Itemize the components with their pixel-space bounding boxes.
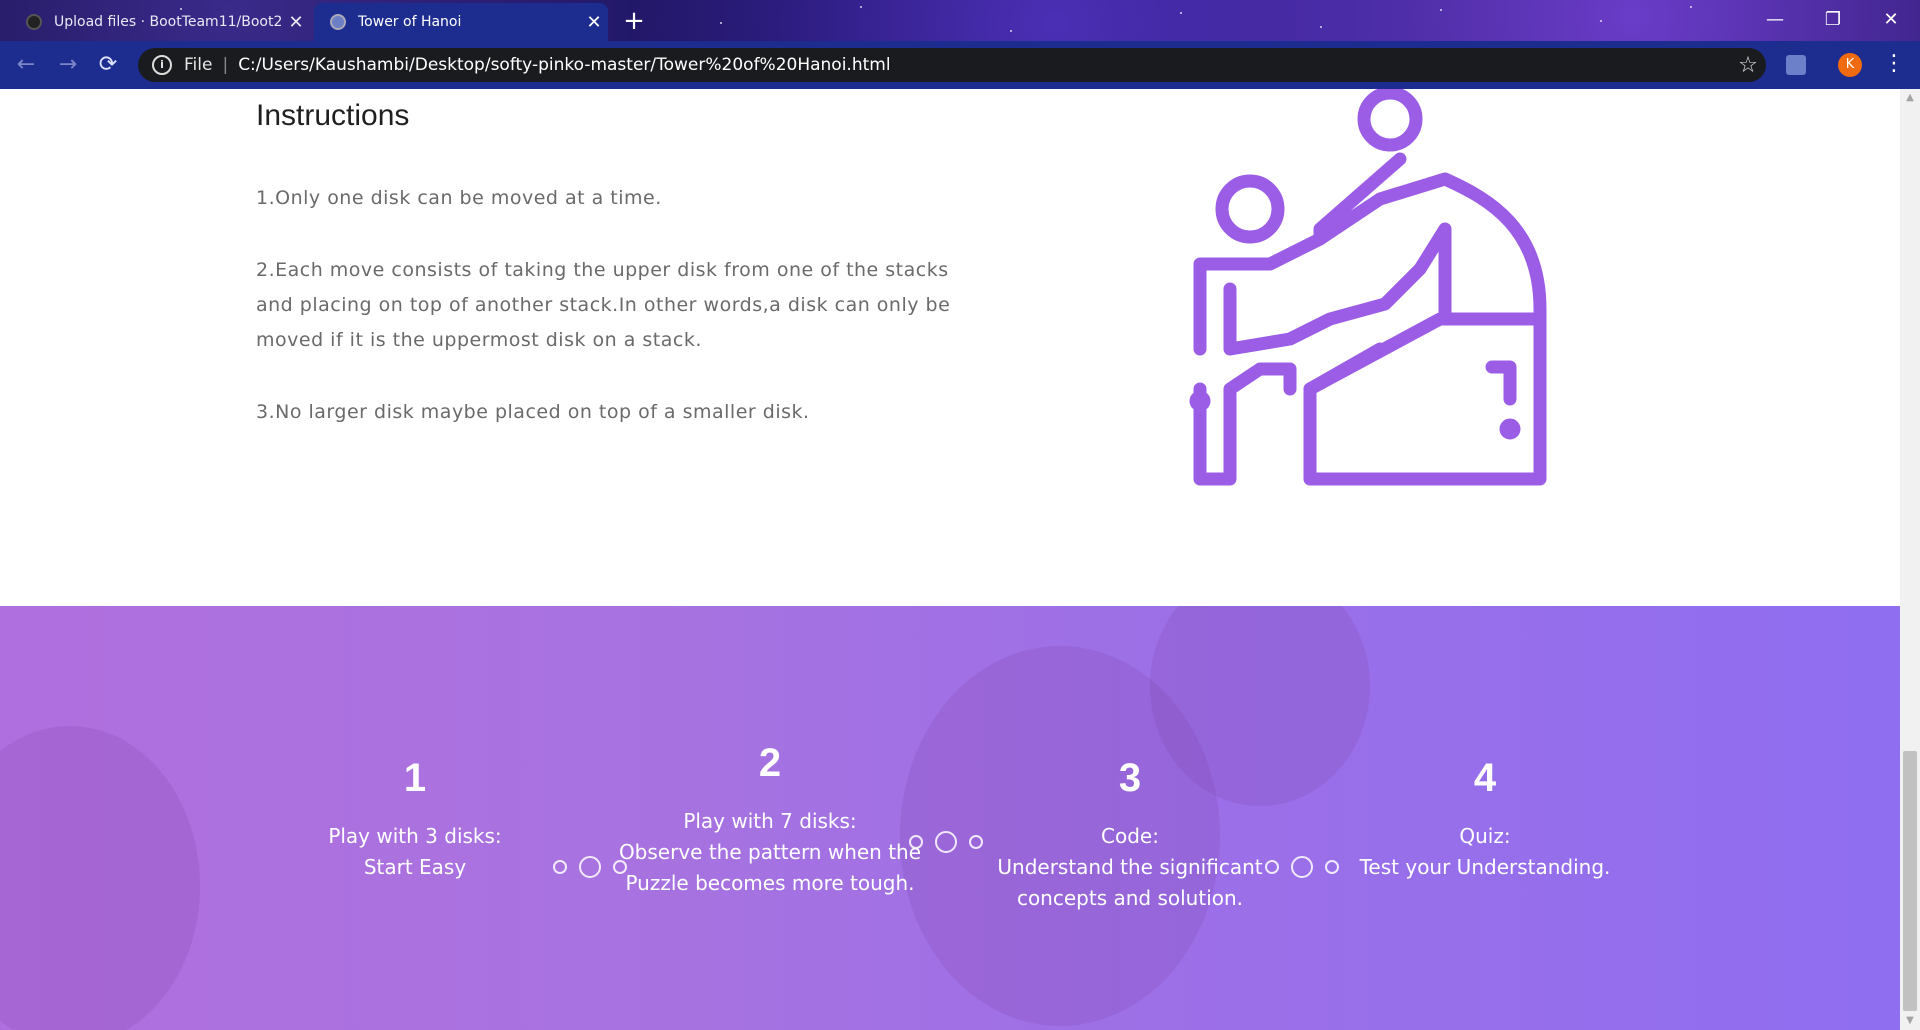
step-description: Understand the significant xyxy=(997,855,1263,879)
steps-section: 1 Play with 3 disks: Start Easy 2 Play w… xyxy=(0,606,1900,1030)
step-title: Code: xyxy=(1101,824,1159,848)
tab-tower-of-hanoi[interactable]: Tower of Hanoi ✕ xyxy=(314,3,608,41)
step-title: Play with 3 disks: xyxy=(328,824,502,848)
scheme-label: File xyxy=(184,55,213,75)
tab-title: Tower of Hanoi xyxy=(358,14,462,30)
reload-icon[interactable]: ⟳ xyxy=(92,49,124,81)
scroll-down-arrow-icon[interactable]: ▼ xyxy=(1900,1012,1920,1030)
avatar[interactable]: K xyxy=(1838,53,1862,77)
step-4[interactable]: 4 Quiz: Test your Understanding. xyxy=(1330,756,1640,883)
rule-2: 2.Each move consists of taking the upper… xyxy=(256,259,951,351)
step-title: Play with 7 disks: xyxy=(683,809,857,833)
address-bar[interactable]: i File | C:/Users/Kaushambi/Desktop/soft… xyxy=(138,48,1766,82)
plus-icon[interactable]: + xyxy=(620,8,648,36)
step-description: Test your Understanding. xyxy=(1359,855,1611,879)
kebab-menu-icon[interactable]: ⋮ xyxy=(1882,49,1906,81)
tab-title: Upload files · BootTeam11/Boot2 xyxy=(54,14,282,30)
close-icon[interactable]: ✕ xyxy=(580,12,608,33)
step-description: concepts and solution. xyxy=(1016,886,1244,910)
browser-toolbar: ← → ⟳ i File | C:/Users/Kaushambi/Deskto… xyxy=(0,41,1920,89)
instructions-title: Instructions xyxy=(256,99,410,132)
climbing-help-icon xyxy=(1189,89,1547,486)
rule-1: 1.Only one disk can be moved at a time. xyxy=(256,187,662,209)
scroll-up-arrow-icon[interactable]: ▲ xyxy=(1900,89,1920,107)
url-text[interactable]: C:/Users/Kaushambi/Desktop/softy-pinko-m… xyxy=(238,55,1730,75)
info-icon[interactable]: i xyxy=(152,55,172,75)
step-2[interactable]: 2 Play with 7 disks: Observe the pattern… xyxy=(610,741,930,899)
close-icon[interactable]: ✕ xyxy=(282,12,310,33)
step-number: 2 xyxy=(758,741,782,785)
rule-3: 3.No larger disk maybe placed on top of … xyxy=(256,401,810,423)
step-number: 3 xyxy=(1118,756,1142,800)
step-3[interactable]: 3 Code: Understand the significant conce… xyxy=(970,756,1290,914)
extension-icon[interactable] xyxy=(1786,55,1806,75)
step-description: Puzzle becomes more tough. xyxy=(625,871,915,895)
page-viewport: Instructions 1.Only one disk can be move… xyxy=(0,89,1900,1030)
tab-upload-files[interactable]: Upload files · BootTeam11/Boot2 ✕ xyxy=(10,3,310,41)
globe-icon xyxy=(330,14,346,30)
arrow-right-icon[interactable]: → xyxy=(52,49,84,81)
github-icon xyxy=(26,14,42,30)
step-title: Quiz: xyxy=(1459,824,1511,848)
page-scrollbar[interactable]: ▲ ▼ xyxy=(1900,89,1920,1030)
step-description: Observe the pattern when the xyxy=(618,840,922,864)
arrow-left-icon[interactable]: ← xyxy=(10,49,42,81)
step-number: 4 xyxy=(1473,756,1497,800)
step-number: 1 xyxy=(403,756,427,800)
scrollbar-thumb[interactable] xyxy=(1903,751,1917,1011)
minimize-icon[interactable]: — xyxy=(1746,0,1804,40)
restore-icon[interactable]: ❐ xyxy=(1804,0,1862,40)
step-1[interactable]: 1 Play with 3 disks: Start Easy xyxy=(260,756,570,883)
tab-strip: Upload files · BootTeam11/Boot2 ✕ Tower … xyxy=(0,0,1920,41)
close-window-icon[interactable]: ✕ xyxy=(1862,0,1920,40)
star-icon[interactable]: ☆ xyxy=(1730,53,1766,78)
step-description: Start Easy xyxy=(363,855,467,879)
divider: | xyxy=(222,55,229,75)
